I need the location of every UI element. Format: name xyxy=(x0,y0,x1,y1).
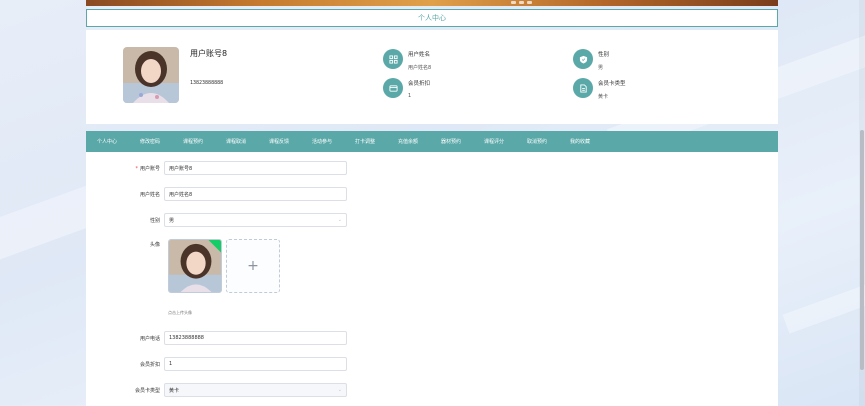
card-type-label: 会员卡类型 xyxy=(134,387,160,394)
form-row-phone: 用户电话 13823888888 xyxy=(86,331,347,345)
form-row-name: 用户姓名 用户姓名8 xyxy=(86,187,347,201)
account-label: 用户账号 xyxy=(139,165,160,172)
required-mark: * xyxy=(135,165,138,172)
banner-image xyxy=(86,0,778,6)
card-type-select[interactable]: 黄卡 ⌄ xyxy=(164,383,347,397)
chevron-down-icon: ⌄ xyxy=(337,217,342,223)
phone-label: 用户电话 xyxy=(139,335,160,342)
gender-value: 男 xyxy=(169,217,175,224)
form-row-discount: 会员折扣 1 xyxy=(86,357,347,371)
avatar xyxy=(123,47,179,103)
info-value: 黄卡 xyxy=(598,94,609,100)
account-input[interactable]: 用户账号8 xyxy=(164,161,347,175)
scrollbar[interactable] xyxy=(859,0,865,406)
nav-item-profile[interactable]: 个人中心 xyxy=(86,138,129,145)
plus-icon[interactable]: + xyxy=(226,239,280,293)
nav-item-activity[interactable]: 活动参与 xyxy=(301,138,344,145)
form-row-account: * 用户账号 用户账号8 xyxy=(86,161,347,175)
info-label: 会员折扣 xyxy=(408,81,431,87)
name-input[interactable]: 用户姓名8 xyxy=(164,187,347,201)
nav-item-cancel-booking[interactable]: 取消预约 xyxy=(516,138,559,145)
shield-icon xyxy=(573,49,593,69)
grid-icon xyxy=(383,49,403,69)
info-discount: 会员折扣 1 xyxy=(383,78,430,99)
form-row-avatar: 头像 xyxy=(86,241,164,248)
chevron-down-icon: ⌄ xyxy=(337,387,342,393)
info-label: 性别 xyxy=(598,52,610,58)
info-value: 1 xyxy=(408,93,412,99)
card-type-value: 黄卡 xyxy=(169,387,180,394)
page-title: 个人中心 xyxy=(418,14,446,22)
profile-name: 用户账号8 xyxy=(190,49,228,58)
info-label: 会员卡类型 xyxy=(598,81,626,87)
profile-form: * 用户账号 用户账号8 用户姓名 用户姓名8 性别 男 ⌄ 头像 + 点击上传头… xyxy=(86,152,778,406)
form-row-gender: 性别 男 ⌄ xyxy=(86,213,347,227)
profile-phone: 13823888888 xyxy=(190,80,224,86)
phone-input[interactable]: 13823888888 xyxy=(164,331,347,345)
upload-tip: 点击上传头像 xyxy=(168,310,192,315)
gender-select[interactable]: 男 ⌄ xyxy=(164,213,347,227)
nav-item-equipment[interactable]: 器材预约 xyxy=(430,138,473,145)
info-gender: 性别 男 xyxy=(573,49,609,71)
nav-item-checkin[interactable]: 打卡调整 xyxy=(344,138,387,145)
nav-item-course-rating[interactable]: 课程评分 xyxy=(473,138,516,145)
banner-pagination[interactable] xyxy=(511,1,532,4)
nav-item-recharge[interactable]: 充值余额 xyxy=(387,138,430,145)
form-row-card-type: 会员卡类型 黄卡 ⌄ xyxy=(86,383,347,397)
scrollbar-thumb[interactable] xyxy=(860,130,864,370)
page-title-bar: 个人中心 xyxy=(86,9,778,27)
name-label: 用户姓名 xyxy=(139,191,160,198)
avatar-thumbnail[interactable] xyxy=(168,239,222,293)
avatar-upload: + xyxy=(168,239,280,293)
nav-item-favorites[interactable]: 我的收藏 xyxy=(559,138,602,145)
nav-item-course-booking[interactable]: 课程预约 xyxy=(172,138,215,145)
wallet-icon xyxy=(383,78,403,98)
discount-label: 会员折扣 xyxy=(139,361,160,368)
avatar-label: 头像 xyxy=(149,242,160,248)
info-user-name: 用户姓名 用户姓名8 xyxy=(383,49,431,71)
nav-bar: 个人中心 修改密码 课程预约 课程取消 课程反馈 活动参与 打卡调整 充值余额 … xyxy=(86,131,778,152)
document-icon xyxy=(573,78,593,98)
nav-item-change-password[interactable]: 修改密码 xyxy=(129,138,172,145)
nav-item-course-feedback[interactable]: 课程反馈 xyxy=(258,138,301,145)
discount-input[interactable]: 1 xyxy=(164,357,347,371)
nav-item-course-cancel[interactable]: 课程取消 xyxy=(215,138,258,145)
gender-label: 性别 xyxy=(149,217,160,224)
info-value: 用户姓名8 xyxy=(408,65,432,71)
info-label: 用户姓名 xyxy=(408,52,431,58)
profile-card: 用户账号8 13823888888 用户姓名 用户姓名8 性别 男 会员折扣 1 xyxy=(86,30,778,124)
info-card-type: 会员卡类型 黄卡 xyxy=(573,78,626,100)
info-value: 男 xyxy=(598,65,604,71)
